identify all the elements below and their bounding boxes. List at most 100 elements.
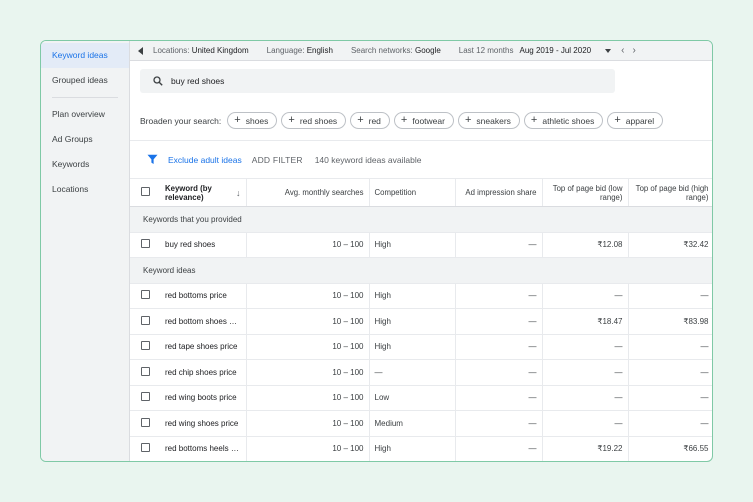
cell-competition: — <box>369 359 456 386</box>
row-checkbox[interactable] <box>140 239 150 249</box>
chevron-left-icon[interactable]: ‹ <box>621 45 624 56</box>
cell-searches: 10 – 100 <box>246 436 370 461</box>
keyword-search-input[interactable]: buy red shoes <box>140 69 615 93</box>
table-row[interactable]: red bottom shoes pri... 10 – 100 High — ₹18.… <box>130 308 712 335</box>
chip-athletic-shoes[interactable]: + athletic shoes <box>523 112 604 129</box>
cell-bid-low: — <box>542 385 629 411</box>
cell-keyword: buy red shoes <box>160 232 247 258</box>
chip-apparel[interactable]: + apparel <box>607 112 664 129</box>
column-header-searches[interactable]: Avg. monthly searches <box>246 178 370 207</box>
cell-bid-low: — <box>542 410 629 437</box>
sidebar-item-grouped-ideas[interactable]: Grouped ideas <box>41 68 129 93</box>
row-checkbox[interactable] <box>140 290 150 300</box>
targeting-bar: Locations: United Kingdom Language: Engl… <box>130 41 712 61</box>
table-row[interactable]: red bottoms price 10 – 100 High — — — <box>130 283 712 309</box>
cell-keyword: red chip shoes price <box>160 359 247 386</box>
language-setting[interactable]: Language: English <box>267 46 333 55</box>
column-header-bid-high[interactable]: Top of page bid (high range) <box>628 178 712 207</box>
chevron-down-icon[interactable] <box>605 48 612 53</box>
cell-impression: — <box>455 308 543 335</box>
table-row[interactable]: red tape shoes price 10 – 100 High — — — <box>130 334 712 360</box>
chevron-right-icon[interactable]: › <box>632 45 635 56</box>
cell-bid-low: ₹19.22 <box>542 436 629 461</box>
table-body: Keywords that you provided buy red shoes… <box>130 206 712 461</box>
period-label: Last 12 months <box>458 46 514 55</box>
cell-bid-high: — <box>628 283 712 309</box>
cell-bid-high: ₹66.55 <box>628 436 712 461</box>
cell-competition: High <box>369 283 456 309</box>
row-checkbox[interactable] <box>140 417 150 427</box>
broaden-label: Broaden your search: <box>140 115 222 126</box>
cell-searches: 10 – 100 <box>246 334 370 360</box>
cell-keyword: red tape shoes price <box>160 334 247 360</box>
cell-searches: 10 – 100 <box>246 385 370 411</box>
networks-setting[interactable]: Search networks: Google <box>351 46 441 55</box>
chip-red-shoes[interactable]: + red shoes <box>281 112 347 129</box>
sidebar-item-keyword-ideas[interactable]: Keyword ideas <box>41 43 129 68</box>
add-filter-button[interactable]: ADD FILTER <box>252 155 303 165</box>
row-checkbox[interactable] <box>140 315 150 325</box>
plus-icon: + <box>614 114 621 126</box>
plus-icon: + <box>400 114 408 126</box>
cell-bid-low: ₹12.08 <box>542 232 629 258</box>
cell-impression: — <box>455 283 543 309</box>
cell-impression: — <box>455 359 543 386</box>
cell-bid-high: — <box>628 359 712 386</box>
cell-searches: 10 – 100 <box>246 283 370 309</box>
sort-arrow-down-icon[interactable]: ↓ <box>236 188 241 198</box>
table-row[interactable]: buy red shoes 10 – 100 High — ₹12.08 ₹32.42 <box>130 232 712 258</box>
column-header-keyword[interactable]: Keyword (by relevance) ↓ <box>160 178 247 207</box>
search-icon <box>153 76 163 86</box>
cell-keyword: red bottoms price <box>160 283 247 309</box>
row-checkbox[interactable] <box>140 392 150 402</box>
row-checkbox[interactable] <box>140 443 150 453</box>
sidebar-item-locations[interactable]: Locations <box>41 177 129 202</box>
row-checkbox-cell <box>130 385 160 411</box>
plus-icon: + <box>464 114 472 126</box>
sidebar-divider <box>52 97 118 98</box>
sidebar-item-plan-overview[interactable]: Plan overview <box>41 102 129 127</box>
section-row-provided: Keywords that you provided <box>130 206 712 233</box>
table-row[interactable]: red wing shoes price 10 – 100 Medium — — — <box>130 410 712 437</box>
cell-competition: High <box>369 436 456 461</box>
cell-bid-low: — <box>542 334 629 360</box>
locations-setting[interactable]: Locations: United Kingdom <box>153 46 249 55</box>
sidebar-item-ad-groups[interactable]: Ad Groups <box>41 127 129 152</box>
cell-bid-high: ₹32.42 <box>628 232 712 258</box>
cell-impression: — <box>455 436 543 461</box>
cell-bid-high: — <box>628 334 712 360</box>
select-all-checkbox-cell <box>130 178 160 207</box>
row-checkbox[interactable] <box>140 341 150 351</box>
cell-bid-low: ₹18.47 <box>542 308 629 335</box>
row-checkbox[interactable] <box>140 366 150 376</box>
column-header-impression-share[interactable]: Ad impression share <box>455 178 543 207</box>
chip-shoes[interactable]: + shoes <box>227 112 278 129</box>
column-header-competition[interactable]: Competition <box>369 178 456 207</box>
row-checkbox-cell <box>130 359 160 386</box>
column-header-bid-low[interactable]: Top of page bid (low range) <box>542 178 629 207</box>
cell-impression: — <box>455 410 543 437</box>
table-row[interactable]: red wing boots price 10 – 100 Low — — — <box>130 385 712 411</box>
table-row[interactable]: red bottoms heels pr... 10 – 100 High — ₹19.… <box>130 436 712 461</box>
cell-bid-low: — <box>542 359 629 386</box>
plus-icon: + <box>288 114 295 126</box>
broaden-search-bar: Broaden your search: + shoes + red shoes +… <box>130 101 712 141</box>
exclude-adult-ideas-filter[interactable]: Exclude adult ideas <box>168 155 242 165</box>
table-row[interactable]: red chip shoes price 10 – 100— — — — <box>130 359 712 386</box>
date-range-picker[interactable]: Last 12 months Aug 2019 - Jul 2020 <box>459 46 621 55</box>
collapse-left-icon[interactable] <box>138 46 143 55</box>
table-header-row: Keyword (by relevance) ↓ Avg. monthly sea… <box>130 178 712 207</box>
chip-red[interactable]: + red <box>350 112 390 129</box>
chip-footwear[interactable]: + footwear <box>393 112 454 129</box>
main-panel: Locations: United Kingdom Language: Engl… <box>130 41 712 461</box>
chip-sneakers[interactable]: + sneakers <box>457 112 520 129</box>
filter-icon[interactable] <box>147 154 158 165</box>
plus-icon: + <box>530 114 538 126</box>
cell-keyword: red bottoms heels pr... <box>160 436 247 461</box>
section-row-ideas: Keyword ideas <box>130 257 712 284</box>
select-all-checkbox[interactable] <box>140 187 150 196</box>
row-checkbox-cell <box>130 308 160 335</box>
search-area: buy red shoes <box>130 61 712 101</box>
sidebar-item-keywords[interactable]: Keywords <box>41 152 129 177</box>
cell-competition: High <box>369 308 456 335</box>
